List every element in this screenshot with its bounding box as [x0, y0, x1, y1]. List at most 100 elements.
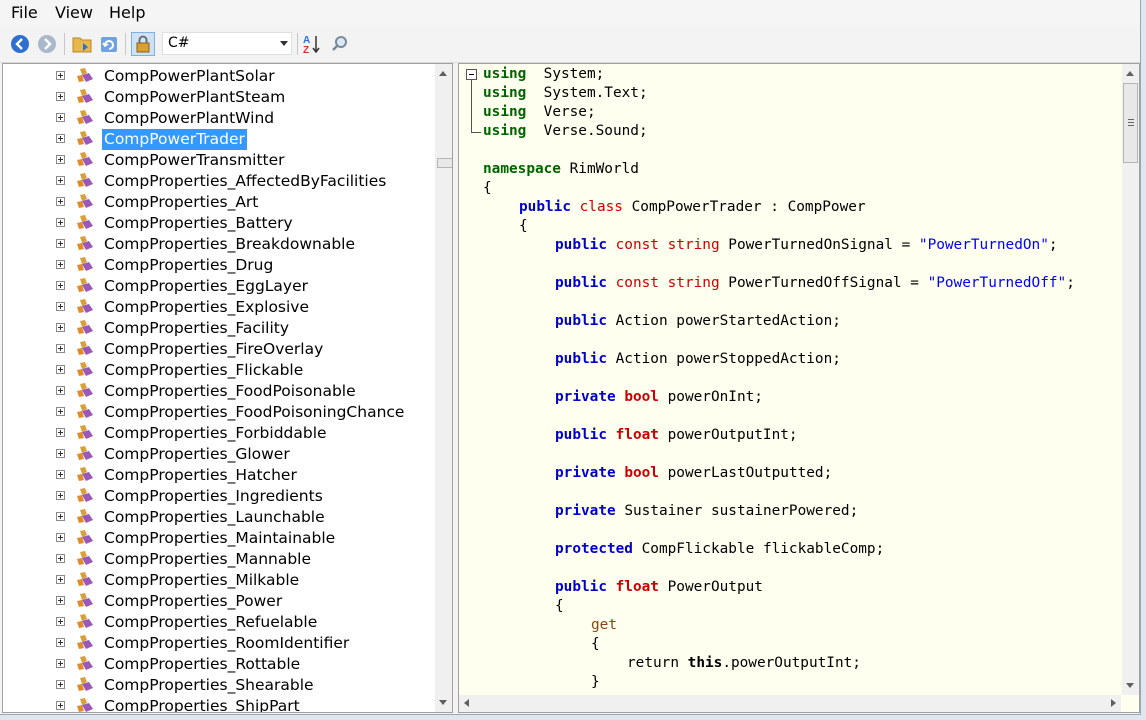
expand-icon[interactable]	[56, 449, 65, 458]
code-line: private bool powerOnInt;	[555, 388, 763, 407]
tree-item[interactable]: CompProperties_Refuelable	[3, 612, 433, 633]
expand-icon[interactable]	[56, 701, 65, 710]
class-icon	[77, 593, 93, 607]
expand-icon[interactable]	[56, 92, 65, 101]
private-members-toggle[interactable]	[131, 32, 155, 56]
tree-item[interactable]: CompProperties_AffectedByFacilities	[3, 171, 433, 192]
expand-icon[interactable]	[56, 407, 65, 416]
class-icon	[77, 446, 93, 460]
tree-item[interactable]: CompProperties_Flickable	[3, 360, 433, 381]
code-token: {	[519, 218, 528, 234]
expand-icon[interactable]	[56, 638, 65, 647]
tree-item-label: CompProperties_Explosive	[104, 298, 310, 316]
tree-scroll-thumb[interactable]	[437, 158, 452, 168]
app-window: File View Help C# A Z CompPowerPlantSola…	[0, 0, 1141, 715]
scroll-down-icon[interactable]	[439, 700, 447, 705]
menu-file[interactable]: File	[11, 3, 38, 22]
tree-item[interactable]: CompProperties_Ingredients	[3, 486, 433, 507]
class-icon	[77, 677, 93, 691]
expand-icon[interactable]	[56, 617, 65, 626]
tree-item[interactable]: CompProperties_Maintainable	[3, 528, 433, 549]
tree-item[interactable]: CompProperties_Launchable	[3, 507, 433, 528]
expand-icon[interactable]	[56, 575, 65, 584]
tree-item[interactable]: CompProperties_Milkable	[3, 570, 433, 591]
code-token: private	[555, 503, 616, 519]
expand-icon[interactable]	[56, 260, 65, 269]
tree-item[interactable]: CompProperties_FoodPoisonable	[3, 381, 433, 402]
tree-item[interactable]: CompPowerPlantWind	[3, 108, 433, 129]
search-button[interactable]	[328, 32, 352, 56]
expand-icon[interactable]	[56, 596, 65, 605]
expand-icon[interactable]	[56, 512, 65, 521]
tree-item[interactable]: CompProperties_Power	[3, 591, 433, 612]
sort-button[interactable]: A Z	[300, 32, 324, 56]
expand-icon[interactable]	[56, 302, 65, 311]
expand-icon[interactable]	[56, 428, 65, 437]
expand-icon[interactable]	[56, 554, 65, 563]
tree-item[interactable]: CompProperties_Mannable	[3, 549, 433, 570]
expand-icon[interactable]	[56, 533, 65, 542]
expand-icon[interactable]	[56, 680, 65, 689]
tree-item[interactable]: CompPowerTransmitter	[3, 150, 433, 171]
code-horizontal-scrollbar[interactable]	[459, 695, 1121, 712]
tree-item[interactable]: CompProperties_RoomIdentifier	[3, 633, 433, 654]
tree-item[interactable]: CompPowerTrader	[3, 129, 433, 150]
expand-icon[interactable]	[56, 197, 65, 206]
scroll-up-icon[interactable]	[1126, 71, 1134, 76]
scroll-left-icon[interactable]	[464, 699, 469, 707]
scroll-right-icon[interactable]	[1111, 699, 1116, 707]
tree-item[interactable]: CompProperties_Shearable	[3, 675, 433, 696]
expand-icon[interactable]	[56, 470, 65, 479]
code-token: RimWorld	[560, 161, 639, 177]
menu-view[interactable]: View	[55, 3, 93, 22]
expand-icon[interactable]	[56, 155, 65, 164]
tree-item[interactable]: CompProperties_Facility	[3, 318, 433, 339]
menu-help[interactable]: Help	[109, 3, 145, 22]
expand-icon[interactable]	[56, 344, 65, 353]
reload-button[interactable]	[97, 32, 121, 56]
tree-item[interactable]: CompProperties_Rottable	[3, 654, 433, 675]
back-button[interactable]	[8, 32, 32, 56]
grip-icon	[1128, 119, 1134, 120]
tree-item[interactable]: CompProperties_Forbiddable	[3, 423, 433, 444]
expand-icon[interactable]	[56, 71, 65, 80]
back-icon	[11, 35, 29, 53]
expand-icon[interactable]	[56, 239, 65, 248]
open-button[interactable]	[70, 32, 94, 56]
code-vertical-scrollbar[interactable]	[1122, 64, 1139, 695]
scroll-up-icon[interactable]	[439, 71, 447, 76]
expand-icon[interactable]	[56, 365, 65, 374]
expand-icon[interactable]	[56, 491, 65, 500]
language-dropdown[interactable]: C#	[162, 32, 292, 55]
class-icon	[77, 425, 93, 439]
tree-item[interactable]: CompProperties_Glower	[3, 444, 433, 465]
expand-icon[interactable]	[56, 176, 65, 185]
tree-item-label: CompProperties_ShipPart	[104, 697, 300, 713]
expand-icon[interactable]	[56, 386, 65, 395]
expand-icon[interactable]	[56, 113, 65, 122]
tree-item[interactable]: CompProperties_EggLayer	[3, 276, 433, 297]
tree-vertical-scrollbar[interactable]	[435, 64, 452, 712]
tree-item[interactable]: CompProperties_FireOverlay	[3, 339, 433, 360]
tree-item[interactable]: CompProperties_FoodPoisoningChance	[3, 402, 433, 423]
tree-item[interactable]: CompProperties_Drug	[3, 255, 433, 276]
expand-icon[interactable]	[56, 218, 65, 227]
expand-icon[interactable]	[56, 281, 65, 290]
code-token: }	[591, 674, 600, 690]
tree-item[interactable]: CompPowerPlantSolar	[3, 66, 433, 87]
tree-item[interactable]: CompProperties_Battery	[3, 213, 433, 234]
tree-item[interactable]: CompProperties_Breakdownable	[3, 234, 433, 255]
expand-icon[interactable]	[56, 659, 65, 668]
code-scroll-thumb[interactable]	[1123, 83, 1138, 163]
collapse-icon[interactable]	[466, 69, 477, 80]
scroll-down-icon[interactable]	[1126, 683, 1134, 688]
forward-button[interactable]	[35, 32, 59, 56]
code-token: "PowerTurnedOn"	[918, 237, 1049, 253]
tree-item[interactable]: CompProperties_Art	[3, 192, 433, 213]
expand-icon[interactable]	[56, 134, 65, 143]
tree-item[interactable]: CompProperties_ShipPart	[3, 696, 433, 713]
tree-item[interactable]: CompPowerPlantSteam	[3, 87, 433, 108]
tree-item[interactable]: CompProperties_Hatcher	[3, 465, 433, 486]
expand-icon[interactable]	[56, 323, 65, 332]
tree-item[interactable]: CompProperties_Explosive	[3, 297, 433, 318]
